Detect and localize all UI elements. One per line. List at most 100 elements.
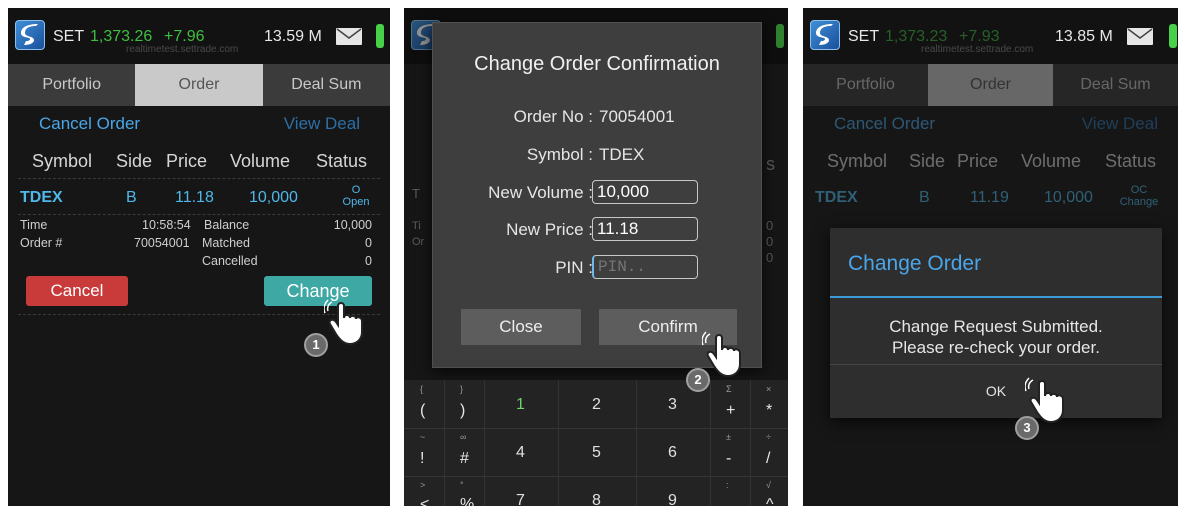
header-status: Status	[316, 151, 368, 171]
view-deal-link[interactable]: View Deal	[1082, 114, 1158, 134]
tab-order[interactable]: Order	[928, 64, 1053, 106]
time-value: 10:58:54	[142, 218, 191, 232]
row-volume: 10,000	[1044, 189, 1093, 206]
keypad-divider	[404, 428, 788, 429]
order-no-label: Order No :	[513, 107, 593, 126]
key-open-paren[interactable]: (	[420, 402, 425, 420]
key-minus[interactable]: -	[726, 450, 731, 468]
tab-deal-sum[interactable]: Deal Sum	[1053, 64, 1178, 106]
header-price: Price	[166, 151, 208, 171]
header-price: Price	[957, 151, 999, 171]
row-volume: 10,000	[249, 189, 298, 206]
header-symbol: Symbol	[32, 151, 93, 171]
key-less-than[interactable]: <	[420, 496, 429, 506]
order-no-value: 70054001	[599, 107, 675, 126]
key-8[interactable]: 8	[592, 492, 601, 506]
pin-input[interactable]	[592, 255, 698, 279]
key-9[interactable]: 9	[668, 492, 677, 506]
mail-icon[interactable]	[1127, 28, 1153, 45]
close-button[interactable]: Close	[461, 309, 581, 345]
header-symbol: Symbol	[827, 151, 888, 171]
battery-icon	[376, 24, 384, 48]
key-3[interactable]: 3	[668, 396, 677, 414]
balance-label: Balance	[204, 218, 250, 232]
key-alt: ∞	[460, 432, 467, 442]
status-text: Change	[1119, 196, 1159, 208]
keypad-divider	[484, 380, 485, 506]
background-text: Or	[412, 236, 425, 248]
balance-value: 10,000	[333, 218, 372, 232]
tab-bar: Portfolio Order Deal Sum	[8, 64, 390, 106]
key-alt: ±	[726, 432, 731, 442]
key-6[interactable]: 6	[668, 444, 677, 462]
key-alt: >	[420, 480, 426, 490]
new-volume-input[interactable]	[592, 180, 698, 204]
key-alt: Σ	[726, 384, 732, 394]
key-percent[interactable]: %	[460, 496, 474, 506]
key-multiply[interactable]: *	[766, 402, 772, 420]
key-4[interactable]: 4	[516, 444, 525, 462]
cancelled-value: 0	[365, 254, 372, 268]
matched-label: Matched	[202, 236, 250, 250]
key-2[interactable]: 2	[592, 396, 601, 414]
change-order-dialog: Change Order Change Request Submitted. P…	[830, 228, 1162, 418]
row-price: 11.19	[970, 189, 1009, 206]
tap-hand-icon	[701, 330, 750, 378]
view-deal-link[interactable]: View Deal	[284, 114, 360, 134]
keypad-divider	[558, 380, 559, 506]
key-hash[interactable]: #	[460, 450, 469, 468]
new-volume-label: New Volume :	[488, 183, 593, 202]
tap-hand-icon	[323, 298, 372, 346]
cancel-order-link[interactable]: Cancel Order	[39, 114, 140, 134]
battery-icon	[1169, 24, 1177, 48]
status-code: O	[351, 184, 361, 196]
background-text: s	[766, 154, 775, 174]
keypad-divider	[750, 380, 751, 506]
key-alt: ÷	[766, 432, 771, 442]
step-badge-3: 3	[1015, 416, 1039, 440]
key-plus[interactable]: +	[726, 402, 735, 420]
key-dot[interactable]: .	[726, 496, 730, 506]
new-price-input[interactable]	[592, 217, 698, 241]
key-1[interactable]: 1	[516, 396, 525, 414]
status-text: Open	[342, 196, 370, 208]
divider	[18, 178, 380, 179]
row-status: O Open	[334, 184, 378, 208]
keypad-divider	[636, 380, 637, 506]
header-volume: Volume	[1021, 151, 1082, 171]
key-7[interactable]: 7	[516, 492, 525, 506]
status-code: OC	[1130, 184, 1148, 196]
row-symbol: TDEX	[815, 189, 858, 206]
row-price: 11.18	[175, 189, 214, 206]
symbol-value: TDEX	[599, 145, 645, 164]
row-side: B	[919, 189, 930, 206]
tab-portfolio[interactable]: Portfolio	[8, 64, 135, 106]
divider	[18, 214, 380, 215]
ok-button[interactable]: OK	[830, 365, 1162, 418]
dialog-title: Change Order	[848, 252, 982, 275]
key-caret[interactable]: ^	[766, 496, 774, 506]
dialog-message: Change Request Submitted. Please re-chec…	[830, 316, 1162, 358]
message-line: Change Request Submitted.	[889, 317, 1103, 336]
numeric-keypad: { ( } ) 1 2 3 Σ + × * ~ ! ∞ # 4 5 6 ± - …	[404, 380, 788, 506]
app-logo-icon[interactable]	[810, 20, 840, 50]
background-text: Ti	[412, 220, 421, 232]
key-divide[interactable]: /	[766, 450, 770, 468]
cancel-order-link[interactable]: Cancel Order	[834, 114, 935, 134]
background-text: 0	[766, 234, 774, 249]
screen-change-submitted: SET 1,373.23 +7.93 realtimetest.settrade…	[803, 8, 1178, 506]
pin-label: PIN :	[555, 258, 593, 277]
market-value: 13.85 M	[1055, 28, 1113, 45]
mail-icon[interactable]	[336, 28, 362, 45]
tab-order[interactable]: Order	[135, 64, 263, 106]
cancel-button[interactable]: Cancel	[26, 276, 128, 306]
row-symbol: TDEX	[20, 189, 63, 206]
tab-deal-sum[interactable]: Deal Sum	[263, 64, 390, 106]
key-exclamation[interactable]: !	[420, 450, 424, 468]
tab-bar: Portfolio Order Deal Sum	[803, 64, 1178, 106]
key-close-paren[interactable]: )	[460, 402, 465, 420]
tab-portfolio[interactable]: Portfolio	[803, 64, 928, 106]
app-logo-icon[interactable]	[15, 20, 45, 50]
key-5[interactable]: 5	[592, 444, 601, 462]
row-side: B	[126, 189, 137, 206]
